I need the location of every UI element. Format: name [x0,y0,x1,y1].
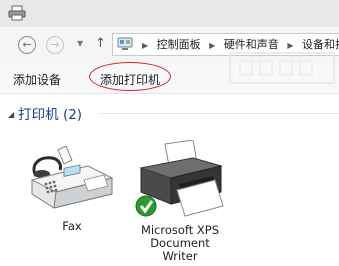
back-arrow-icon[interactable]: ← [18,36,36,54]
printer-icon [135,139,224,217]
fax-icon [30,145,114,209]
printers-group-header[interactable]: ◢ 打印机 (2) [8,103,82,123]
device-item-xps-writer[interactable]: Microsoft XPS Document Writer [126,139,234,263]
printer-icon [8,5,26,21]
group-title: 打印机 [18,107,59,123]
chevron-right-icon: ▶ [209,41,216,50]
forward-arrow-icon[interactable]: → [46,36,64,54]
chevron-down-icon[interactable]: ▼ [77,39,83,48]
device-item-fax[interactable]: Fax [26,145,118,233]
collapse-caret-icon[interactable]: ◢ [8,110,14,119]
add-device-button[interactable]: 添加设备 [13,71,61,88]
control-panel-icon [117,37,133,50]
watermark [229,52,335,84]
device-label: Writer [162,249,198,263]
title-bar [0,0,339,28]
highlight-circle [89,62,171,91]
group-divider [100,113,339,114]
group-count: (2) [62,107,83,123]
chevron-right-icon: ▶ [142,41,149,50]
device-label: Fax [62,219,82,233]
breadcrumb-control-panel[interactable]: 控制面板 [157,38,201,51]
up-arrow-icon[interactable]: ↑ [95,36,106,51]
